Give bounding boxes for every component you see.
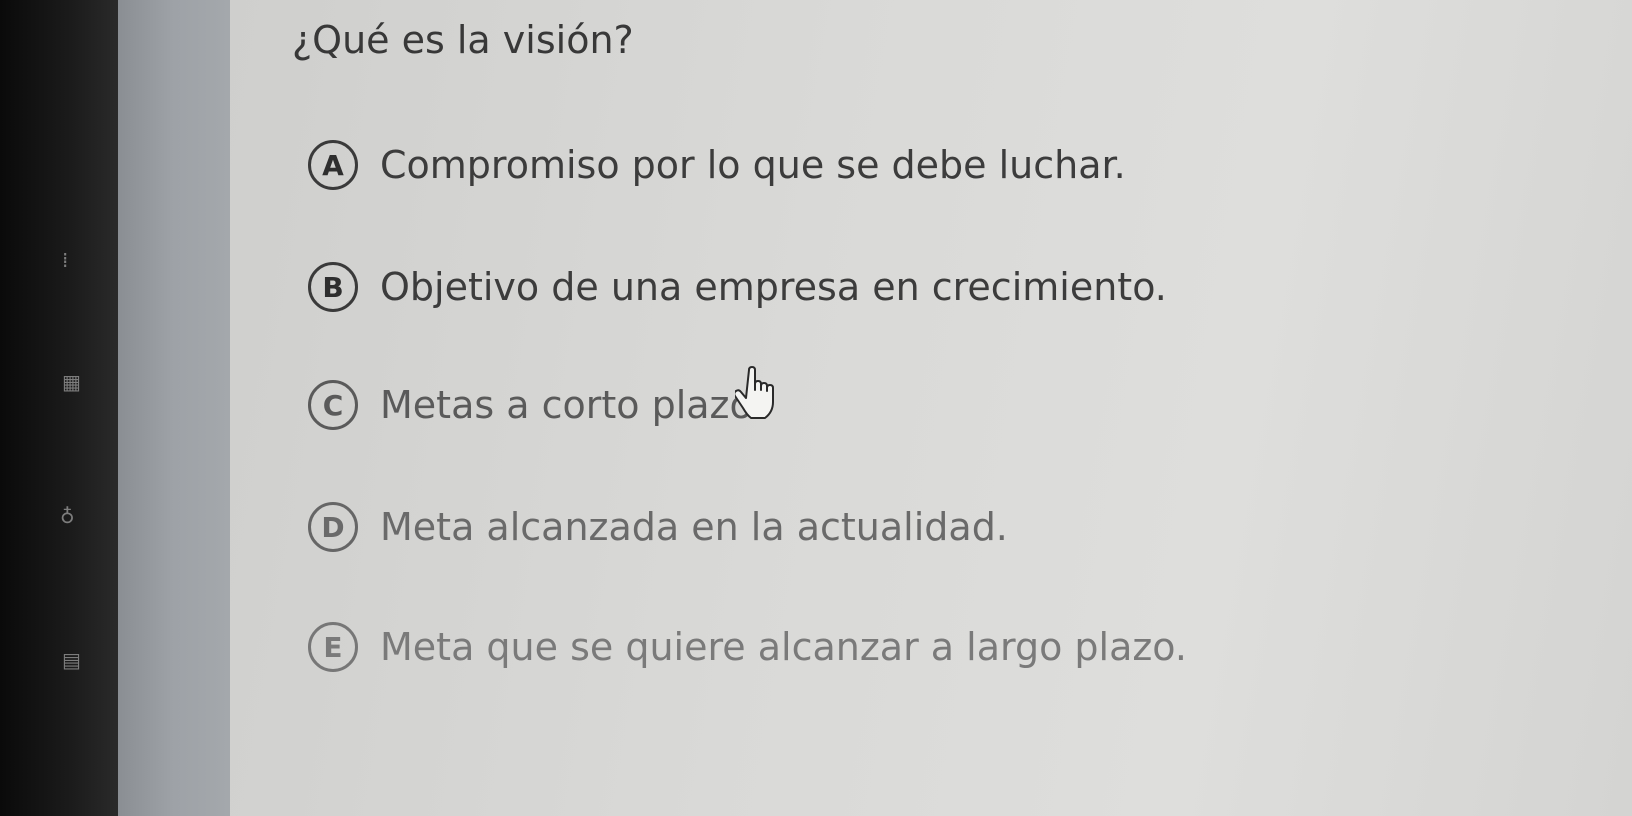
- option-b-letter: B: [308, 262, 358, 312]
- option-d[interactable]: D Meta alcanzada en la actualidad.: [308, 492, 1008, 562]
- question-title: ¿Qué es la visión?: [292, 18, 634, 62]
- option-e-letter: E: [308, 622, 358, 672]
- sidebar-calendar-icon: ▤: [62, 648, 81, 672]
- option-a-text: Compromiso por lo que se debe luchar.: [380, 143, 1126, 187]
- option-c-letter: C: [308, 380, 358, 430]
- option-b[interactable]: B Objetivo de una empresa en crecimiento…: [308, 252, 1167, 322]
- option-d-letter: D: [308, 502, 358, 552]
- option-b-text: Objetivo de una empresa en crecimiento.: [380, 265, 1167, 309]
- screen-bezel: ⁞ ▦ ♁ ▤: [0, 0, 118, 816]
- option-c-text: Metas a corto plazo.: [380, 383, 765, 427]
- hand-pointer-icon: [735, 366, 774, 419]
- option-e[interactable]: E Meta que se quiere alcanzar a largo pl…: [308, 612, 1187, 682]
- sidebar-grid-icon: ▦: [62, 370, 81, 394]
- app-sidebar: [118, 0, 230, 816]
- option-d-text: Meta alcanzada en la actualidad.: [380, 505, 1008, 549]
- option-e-text: Meta que se quiere alcanzar a largo plaz…: [380, 625, 1187, 669]
- option-c[interactable]: C Metas a corto plazo.: [308, 370, 764, 440]
- option-a[interactable]: A Compromiso por lo que se debe luchar.: [308, 130, 1126, 200]
- option-a-letter: A: [308, 140, 358, 190]
- sidebar-glyph-icon: ⁞: [62, 248, 69, 272]
- quiz-panel: ¿Qué es la visión? A Compromiso por lo q…: [230, 0, 1632, 816]
- sidebar-person-icon: ♁: [60, 504, 75, 528]
